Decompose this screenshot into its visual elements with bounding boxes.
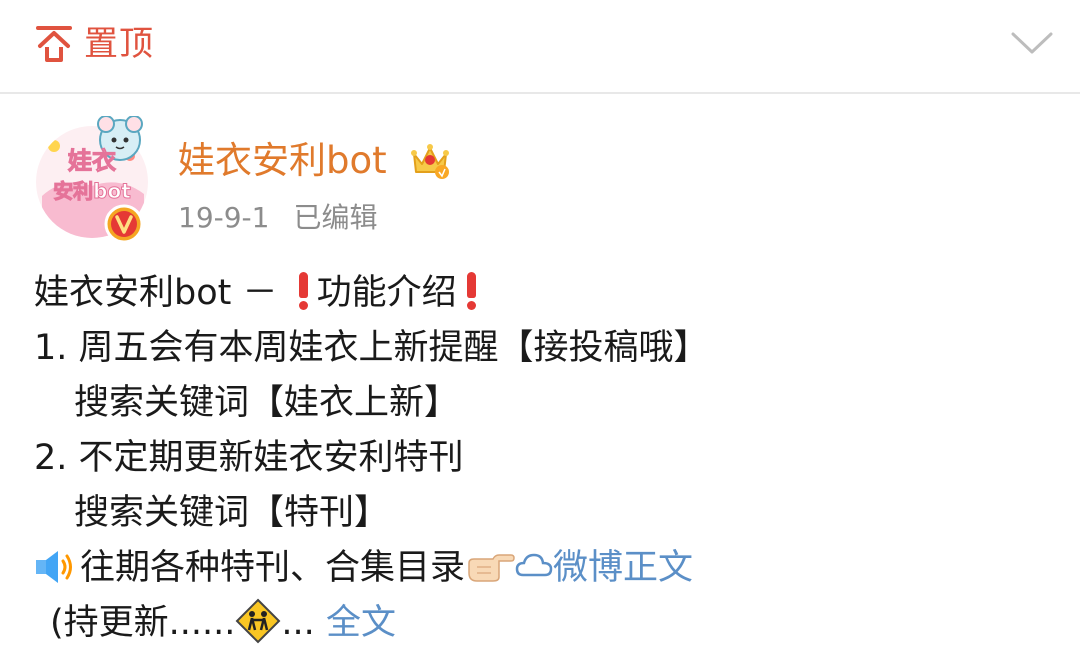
post-meta: 19-9-1 已编辑 — [178, 198, 377, 238]
divider — [0, 92, 1080, 94]
body-line-2: 1. 周五会有本周娃衣上新提醒【接投稿哦】 — [34, 328, 709, 368]
exclamation-emoji-icon — [463, 270, 479, 310]
chevron-down-icon[interactable] — [1010, 30, 1054, 58]
link-icon[interactable] — [515, 549, 553, 583]
avatar-text: 娃衣 安利bot — [40, 146, 144, 206]
full-text-link[interactable]: 全文 — [326, 603, 396, 643]
pin-top-icon — [36, 26, 72, 62]
pinned-label: 置顶 — [84, 24, 154, 64]
body-line-3: 搜索关键词【娃衣上新】 — [74, 383, 460, 423]
exclamation-emoji-icon — [295, 270, 311, 310]
avatar-text-line1: 娃衣 — [68, 147, 117, 176]
speaker-emoji-icon — [36, 551, 72, 583]
body-line-7: (持更新...... ... 全文 — [34, 596, 1054, 651]
post-body[interactable]: 娃衣安利bot － 功能介绍 1. 周五会有本周娃衣上新提醒【接投稿哦】 搜索关… — [34, 266, 1054, 651]
children-crossing-emoji-icon — [236, 598, 281, 644]
weibo-article-link[interactable]: 微博正文 — [553, 548, 693, 588]
vip-crown-icon[interactable] — [408, 138, 452, 182]
body-line-6: 往期各种特刊、合集目录 微博正文 — [34, 541, 1054, 596]
edited-label[interactable]: 已编辑 — [293, 201, 377, 234]
intro-prefix: 娃衣安利bot － — [34, 273, 278, 313]
body-line-4: 2. 不定期更新娃衣安利特刊 — [34, 438, 464, 478]
post-date: 19-9-1 — [178, 201, 270, 234]
archive-text: 往期各种特刊、合集目录 — [80, 548, 466, 588]
body-line-5: 搜索关键词【特刊】 — [74, 493, 390, 533]
avatar-text-line2: 安利bot — [53, 179, 132, 204]
author-name[interactable]: 娃衣安利bot — [178, 138, 387, 184]
intro-title: 功能介绍 — [316, 273, 457, 313]
pinned-bar[interactable]: 置顶 — [0, 0, 1080, 90]
body-line-1: 娃衣安利bot － 功能介绍 — [34, 266, 1054, 321]
truncation-ellipsis: ... — [281, 603, 315, 643]
verified-v-icon — [104, 204, 144, 244]
pointing-hand-emoji-icon — [468, 554, 515, 582]
updating-text: (持更新...... — [50, 603, 236, 643]
